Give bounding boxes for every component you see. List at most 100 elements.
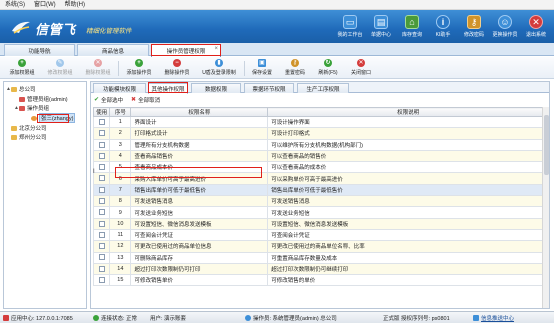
table-row[interactable]: 3 管理所有分支机构数据 可以维护所有分支机构数据(机构部门) <box>92 138 549 151</box>
tree-node-beijing-branch[interactable]: 北京分公司 <box>6 124 47 132</box>
table-row[interactable]: 1 界面设计 可设计操作界面 <box>92 115 549 129</box>
row-checkbox[interactable] <box>98 220 105 227</box>
row-permission-desc: 可以维护所有分支机构数据(机构部门) <box>267 138 549 151</box>
row-checkbox[interactable] <box>98 141 105 148</box>
table-row[interactable]: 6 采购入库单价可高于最高进价 可以采购单价可高于最高进价 <box>92 172 549 185</box>
refresh-icon: ↻ <box>324 59 332 67</box>
table-row[interactable]: 9 可发送业务短信 可发送业务短信 <box>92 206 549 219</box>
tree-node-label: 管理员组(admin) <box>27 97 68 103</box>
tree-node-zhengzhou-branch[interactable]: 郑州分公司 <box>6 133 47 141</box>
row-permission-desc: 可设置短信、微信消息发送模板 <box>267 217 549 230</box>
table-row[interactable]: 12 可更改已使用过的商品单位信息 可更改已使用过的商品单位名称、比率 <box>92 240 549 253</box>
row-permission-desc: 可以采购单价可高于最高进价 <box>267 172 549 185</box>
usb-login-limit-button[interactable]: ▮ U盾及登录限制 <box>196 59 242 78</box>
table-row[interactable]: 13 可删除商品库存 可重置商品库存数量及成本 <box>92 251 549 264</box>
menu-help[interactable]: 帮助(H) <box>65 0 85 10</box>
menu-window[interactable]: 窗口(W) <box>34 0 56 10</box>
row-checkbox[interactable] <box>98 254 105 261</box>
save-settings-button[interactable]: ▣ 保存设置 <box>247 59 277 78</box>
table-row[interactable]: 2 打印格式设计 可设计打印格式 <box>92 127 549 140</box>
message-center-link[interactable]: 信息推送中心 <box>473 314 514 322</box>
tree-node-admin-group[interactable]: 管理员组(admin) <box>14 95 68 103</box>
row-checkbox[interactable] <box>98 243 105 250</box>
table-row[interactable]: 7 销售出库单价可低于最低售价 销售出库单价可低于最低售价 <box>92 183 549 197</box>
row-checkbox[interactable] <box>98 209 105 216</box>
table-row[interactable]: 15 可修改销售单价 可修改销售的单价 <box>92 274 549 287</box>
server-status-text: 应用中心: 127.0.0.1:7085 <box>11 316 73 322</box>
tree-node-user-zhangsan[interactable]: 张三(zhangy) <box>26 113 76 123</box>
folder-icon <box>11 125 17 131</box>
row-permission-desc: 销售出库单价可低于最低售价 <box>267 183 549 197</box>
refresh-button[interactable]: ↻ 刷新(F5) <box>313 59 343 78</box>
table-row[interactable]: 14 超过打印次数限制仍可打印 超过打印次数限制仍可继续打印 <box>92 262 549 276</box>
table-row[interactable]: 10 可设置短信、微信消息发送模板 可设置短信、微信消息发送模板 <box>92 217 549 230</box>
check-all-button[interactable]: ✔ 全部选中 <box>94 96 123 104</box>
tab-products[interactable]: 商品信息 <box>77 44 149 56</box>
vertical-scrollbar[interactable] <box>542 107 549 308</box>
tab-navigation[interactable]: 功能导航 <box>4 44 75 56</box>
col-number[interactable]: 序号 <box>109 107 132 117</box>
add-group-button[interactable]: + 添加权限组 <box>4 59 40 78</box>
remove-user-icon: − <box>173 59 181 67</box>
inventory-button[interactable]: ⌂ 库存查询 <box>398 12 426 41</box>
workbench-button[interactable]: ▭ 我的工作台 <box>336 12 364 41</box>
switch-operator-button[interactable]: ☺ 更换操作员 <box>491 12 519 41</box>
permissions-table: 使用 序号 权限名称 权限说明 1 界面设计 可设计操作界面 2 打印格式设计 可设计打印… <box>92 107 549 287</box>
tree-node-operator-group[interactable]: ▲ 操作员组 <box>14 104 49 112</box>
table-row[interactable]: 8 可发送销售消息 可发送销售消息 <box>92 195 549 208</box>
row-checkbox[interactable] <box>98 198 105 204</box>
row-number: 4 <box>109 149 132 163</box>
row-checkbox[interactable] <box>98 118 105 125</box>
exit-button[interactable]: ✕ 退出系统 <box>522 12 550 41</box>
reset-password-button[interactable]: ⚷ 重置密码 <box>280 59 310 78</box>
delete-operator-label: 删除操作员 <box>164 70 190 76</box>
row-checkbox[interactable] <box>98 175 105 182</box>
row-number: 1 <box>109 115 132 129</box>
connection-ok-icon <box>93 315 99 321</box>
documents-icon: ▤ <box>374 15 388 29</box>
tab-data-permissions[interactable]: 数据权限 <box>191 83 241 93</box>
tab-production-permissions[interactable]: 生产工序权限 <box>297 83 349 93</box>
add-operator-button[interactable]: + 添加操作员 <box>121 59 157 78</box>
tab-document-step-permissions[interactable]: 票据环节权限 <box>244 83 294 93</box>
row-checkbox[interactable] <box>98 164 105 171</box>
table-row[interactable]: 5 查看商品成本价 可以查看商品的成本价 <box>92 161 549 174</box>
col-permission-name[interactable]: 权限名称 <box>130 107 269 117</box>
tab-navigation-label: 功能导航 <box>28 48 51 55</box>
documents-button[interactable]: ▤ 单据中心 <box>367 12 395 41</box>
row-checkbox-cell <box>92 251 111 264</box>
edit-group-button[interactable]: ✎ 修改权限组 <box>42 59 78 78</box>
row-number: 9 <box>109 206 132 219</box>
scrollbar-thumb[interactable] <box>544 115 549 175</box>
row-checkbox[interactable] <box>98 130 105 137</box>
row-permission-desc: 可发送业务短信 <box>267 206 549 219</box>
row-checkbox[interactable] <box>98 152 105 159</box>
add-group-label: 添加权限组 <box>9 70 35 76</box>
row-checkbox-cell <box>92 217 111 230</box>
table-row[interactable]: 11 可查阅会计凭证 可查阅会计凭证 <box>92 228 549 242</box>
brand-logo-icon <box>12 21 30 34</box>
edit-icon: ✎ <box>56 59 64 67</box>
col-permission-desc[interactable]: 权限说明 <box>267 107 549 117</box>
row-checkbox[interactable] <box>98 265 105 272</box>
info-icon: i <box>436 15 450 29</box>
delete-group-button[interactable]: ✕ 删除权限组 <box>80 59 116 78</box>
close-tab-icon[interactable]: × <box>214 46 218 52</box>
table-row[interactable]: 4 查看商品销售价 可以查看商品的销售价 <box>92 149 549 163</box>
tree-node-headquarters[interactable]: ▲ 总公司 <box>6 85 36 93</box>
uncheck-all-button[interactable]: ✖ 全部取消 <box>131 96 160 104</box>
assistant-button[interactable]: i KI助手 <box>429 12 457 41</box>
close-window-button[interactable]: ✕ 关闭窗口 <box>346 59 376 78</box>
row-checkbox[interactable] <box>98 186 105 193</box>
exit-icon: ✕ <box>529 15 543 29</box>
col-enabled[interactable]: 使用 <box>92 107 111 117</box>
change-password-button[interactable]: ⚷ 修改密码 <box>460 12 488 41</box>
row-checkbox[interactable] <box>98 277 105 284</box>
menu-system[interactable]: 系统(S) <box>5 0 25 10</box>
tab-module-permissions[interactable]: 功能模块权限 <box>93 83 146 93</box>
tab-operator-permissions[interactable]: 操作员管理权限 × <box>151 44 221 57</box>
row-checkbox-cell <box>92 274 111 287</box>
delete-operator-button[interactable]: − 删除操作员 <box>159 59 195 78</box>
row-checkbox[interactable] <box>98 231 105 238</box>
tab-other-permissions[interactable]: 其他操作权限 <box>148 83 188 94</box>
